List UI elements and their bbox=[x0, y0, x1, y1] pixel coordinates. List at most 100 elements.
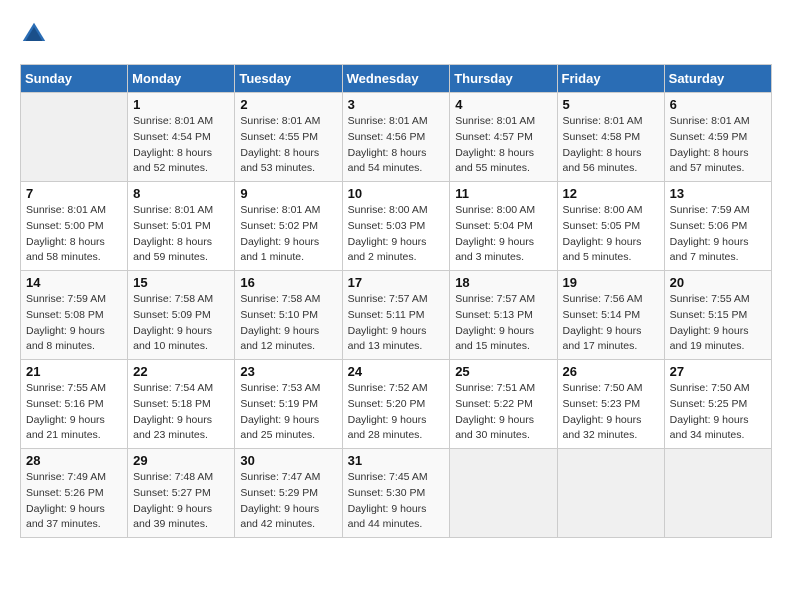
day-info: Sunrise: 8:00 AMSunset: 5:03 PMDaylight:… bbox=[348, 203, 445, 266]
day-info: Sunrise: 8:01 AMSunset: 4:54 PMDaylight:… bbox=[133, 114, 229, 177]
day-info: Sunrise: 7:58 AMSunset: 5:10 PMDaylight:… bbox=[240, 292, 336, 355]
weekday-header-tuesday: Tuesday bbox=[235, 65, 342, 93]
day-info: Sunrise: 8:01 AMSunset: 5:01 PMDaylight:… bbox=[133, 203, 229, 266]
day-cell: 31 Sunrise: 7:45 AMSunset: 5:30 PMDayligh… bbox=[342, 449, 450, 538]
day-info: Sunrise: 7:55 AMSunset: 5:16 PMDaylight:… bbox=[26, 381, 122, 444]
day-cell: 26 Sunrise: 7:50 AMSunset: 5:23 PMDayligh… bbox=[557, 360, 664, 449]
day-number: 10 bbox=[348, 186, 445, 201]
day-info: Sunrise: 7:58 AMSunset: 5:09 PMDaylight:… bbox=[133, 292, 229, 355]
day-cell: 24Sunrise: 7:52 AMSunset: 5:20 PMDayligh… bbox=[342, 360, 450, 449]
day-cell: 9Sunrise: 8:01 AMSunset: 5:02 PMDaylight… bbox=[235, 182, 342, 271]
day-cell: 3 Sunrise: 8:01 AMSunset: 4:56 PMDaylight… bbox=[342, 93, 450, 182]
day-info: Sunrise: 7:57 AMSunset: 5:11 PMDaylight:… bbox=[348, 292, 445, 355]
day-cell: 28 Sunrise: 7:49 AMSunset: 5:26 PMDayligh… bbox=[21, 449, 128, 538]
day-cell: 29 Sunrise: 7:48 AMSunset: 5:27 PMDayligh… bbox=[128, 449, 235, 538]
day-info: Sunrise: 8:00 AMSunset: 5:04 PMDaylight:… bbox=[455, 203, 551, 266]
day-number: 21 bbox=[26, 364, 122, 379]
day-number: 17 bbox=[348, 275, 445, 290]
day-cell: 15 Sunrise: 7:58 AMSunset: 5:09 PMDayligh… bbox=[128, 271, 235, 360]
day-cell: 13 Sunrise: 7:59 AMSunset: 5:06 PMDayligh… bbox=[664, 182, 771, 271]
weekday-header-wednesday: Wednesday bbox=[342, 65, 450, 93]
day-cell: 14Sunrise: 7:59 AMSunset: 5:08 PMDayligh… bbox=[21, 271, 128, 360]
week-row-1: 1 Sunrise: 8:01 AMSunset: 4:54 PMDaylight… bbox=[21, 93, 772, 182]
day-number: 2 bbox=[240, 97, 336, 112]
day-number: 26 bbox=[563, 364, 659, 379]
day-number: 20 bbox=[670, 275, 766, 290]
day-cell: 12 Sunrise: 8:00 AMSunset: 5:05 PMDayligh… bbox=[557, 182, 664, 271]
day-info: Sunrise: 7:53 AMSunset: 5:19 PMDaylight:… bbox=[240, 381, 336, 444]
day-number: 11 bbox=[455, 186, 551, 201]
day-cell: 20 Sunrise: 7:55 AMSunset: 5:15 PMDayligh… bbox=[664, 271, 771, 360]
day-number: 18 bbox=[455, 275, 551, 290]
day-number: 3 bbox=[348, 97, 445, 112]
day-number: 12 bbox=[563, 186, 659, 201]
day-cell: 21 Sunrise: 7:55 AMSunset: 5:16 PMDayligh… bbox=[21, 360, 128, 449]
day-info: Sunrise: 7:45 AMSunset: 5:30 PMDaylight:… bbox=[348, 470, 445, 533]
day-info: Sunrise: 7:59 AMSunset: 5:08 PMDaylight:… bbox=[26, 292, 122, 355]
weekday-header-friday: Friday bbox=[557, 65, 664, 93]
weekday-header-row: SundayMondayTuesdayWednesdayThursdayFrid… bbox=[21, 65, 772, 93]
day-info: Sunrise: 7:56 AMSunset: 5:14 PMDaylight:… bbox=[563, 292, 659, 355]
day-number: 28 bbox=[26, 453, 122, 468]
day-cell: 19 Sunrise: 7:56 AMSunset: 5:14 PMDayligh… bbox=[557, 271, 664, 360]
day-number: 31 bbox=[348, 453, 445, 468]
day-info: Sunrise: 8:01 AMSunset: 4:58 PMDaylight:… bbox=[563, 114, 659, 177]
day-info: Sunrise: 7:50 AMSunset: 5:25 PMDaylight:… bbox=[670, 381, 766, 444]
day-number: 29 bbox=[133, 453, 229, 468]
day-number: 7 bbox=[26, 186, 122, 201]
day-info: Sunrise: 8:00 AMSunset: 5:05 PMDaylight:… bbox=[563, 203, 659, 266]
day-info: Sunrise: 7:59 AMSunset: 5:06 PMDaylight:… bbox=[670, 203, 766, 266]
day-cell bbox=[450, 449, 557, 538]
day-cell: 5 Sunrise: 8:01 AMSunset: 4:58 PMDaylight… bbox=[557, 93, 664, 182]
day-cell: 16 Sunrise: 7:58 AMSunset: 5:10 PMDayligh… bbox=[235, 271, 342, 360]
day-cell: 11 Sunrise: 8:00 AMSunset: 5:04 PMDayligh… bbox=[450, 182, 557, 271]
day-info: Sunrise: 7:57 AMSunset: 5:13 PMDaylight:… bbox=[455, 292, 551, 355]
weekday-header-saturday: Saturday bbox=[664, 65, 771, 93]
day-number: 5 bbox=[563, 97, 659, 112]
day-number: 30 bbox=[240, 453, 336, 468]
day-cell: 7Sunrise: 8:01 AMSunset: 5:00 PMDaylight… bbox=[21, 182, 128, 271]
weekday-header-thursday: Thursday bbox=[450, 65, 557, 93]
day-info: Sunrise: 7:54 AMSunset: 5:18 PMDaylight:… bbox=[133, 381, 229, 444]
calendar-table: SundayMondayTuesdayWednesdayThursdayFrid… bbox=[20, 64, 772, 538]
logo-icon bbox=[20, 20, 48, 48]
day-cell: 22 Sunrise: 7:54 AMSunset: 5:18 PMDayligh… bbox=[128, 360, 235, 449]
day-cell: 23 Sunrise: 7:53 AMSunset: 5:19 PMDayligh… bbox=[235, 360, 342, 449]
page-header bbox=[20, 20, 772, 48]
day-cell bbox=[664, 449, 771, 538]
day-info: Sunrise: 8:01 AMSunset: 4:57 PMDaylight:… bbox=[455, 114, 551, 177]
day-cell: 30Sunrise: 7:47 AMSunset: 5:29 PMDayligh… bbox=[235, 449, 342, 538]
day-cell: 17 Sunrise: 7:57 AMSunset: 5:11 PMDayligh… bbox=[342, 271, 450, 360]
day-number: 16 bbox=[240, 275, 336, 290]
day-number: 25 bbox=[455, 364, 551, 379]
day-info: Sunrise: 7:50 AMSunset: 5:23 PMDaylight:… bbox=[563, 381, 659, 444]
week-row-5: 28 Sunrise: 7:49 AMSunset: 5:26 PMDayligh… bbox=[21, 449, 772, 538]
day-cell: 8 Sunrise: 8:01 AMSunset: 5:01 PMDaylight… bbox=[128, 182, 235, 271]
day-number: 9 bbox=[240, 186, 336, 201]
day-info: Sunrise: 7:48 AMSunset: 5:27 PMDaylight:… bbox=[133, 470, 229, 533]
day-info: Sunrise: 8:01 AMSunset: 4:55 PMDaylight:… bbox=[240, 114, 336, 177]
day-cell: 25 Sunrise: 7:51 AMSunset: 5:22 PMDayligh… bbox=[450, 360, 557, 449]
day-number: 4 bbox=[455, 97, 551, 112]
day-info: Sunrise: 8:01 AMSunset: 4:56 PMDaylight:… bbox=[348, 114, 445, 177]
week-row-3: 14Sunrise: 7:59 AMSunset: 5:08 PMDayligh… bbox=[21, 271, 772, 360]
day-number: 13 bbox=[670, 186, 766, 201]
day-cell: 18 Sunrise: 7:57 AMSunset: 5:13 PMDayligh… bbox=[450, 271, 557, 360]
day-number: 23 bbox=[240, 364, 336, 379]
day-number: 15 bbox=[133, 275, 229, 290]
day-info: Sunrise: 7:51 AMSunset: 5:22 PMDaylight:… bbox=[455, 381, 551, 444]
day-cell: 6Sunrise: 8:01 AMSunset: 4:59 PMDaylight… bbox=[664, 93, 771, 182]
day-number: 1 bbox=[133, 97, 229, 112]
day-cell bbox=[21, 93, 128, 182]
day-info: Sunrise: 7:49 AMSunset: 5:26 PMDaylight:… bbox=[26, 470, 122, 533]
day-number: 27 bbox=[670, 364, 766, 379]
day-cell: 1 Sunrise: 8:01 AMSunset: 4:54 PMDaylight… bbox=[128, 93, 235, 182]
day-info: Sunrise: 7:55 AMSunset: 5:15 PMDaylight:… bbox=[670, 292, 766, 355]
day-number: 22 bbox=[133, 364, 229, 379]
week-row-4: 21 Sunrise: 7:55 AMSunset: 5:16 PMDayligh… bbox=[21, 360, 772, 449]
day-number: 19 bbox=[563, 275, 659, 290]
day-cell: 2 Sunrise: 8:01 AMSunset: 4:55 PMDaylight… bbox=[235, 93, 342, 182]
day-number: 8 bbox=[133, 186, 229, 201]
weekday-header-monday: Monday bbox=[128, 65, 235, 93]
day-number: 24 bbox=[348, 364, 445, 379]
